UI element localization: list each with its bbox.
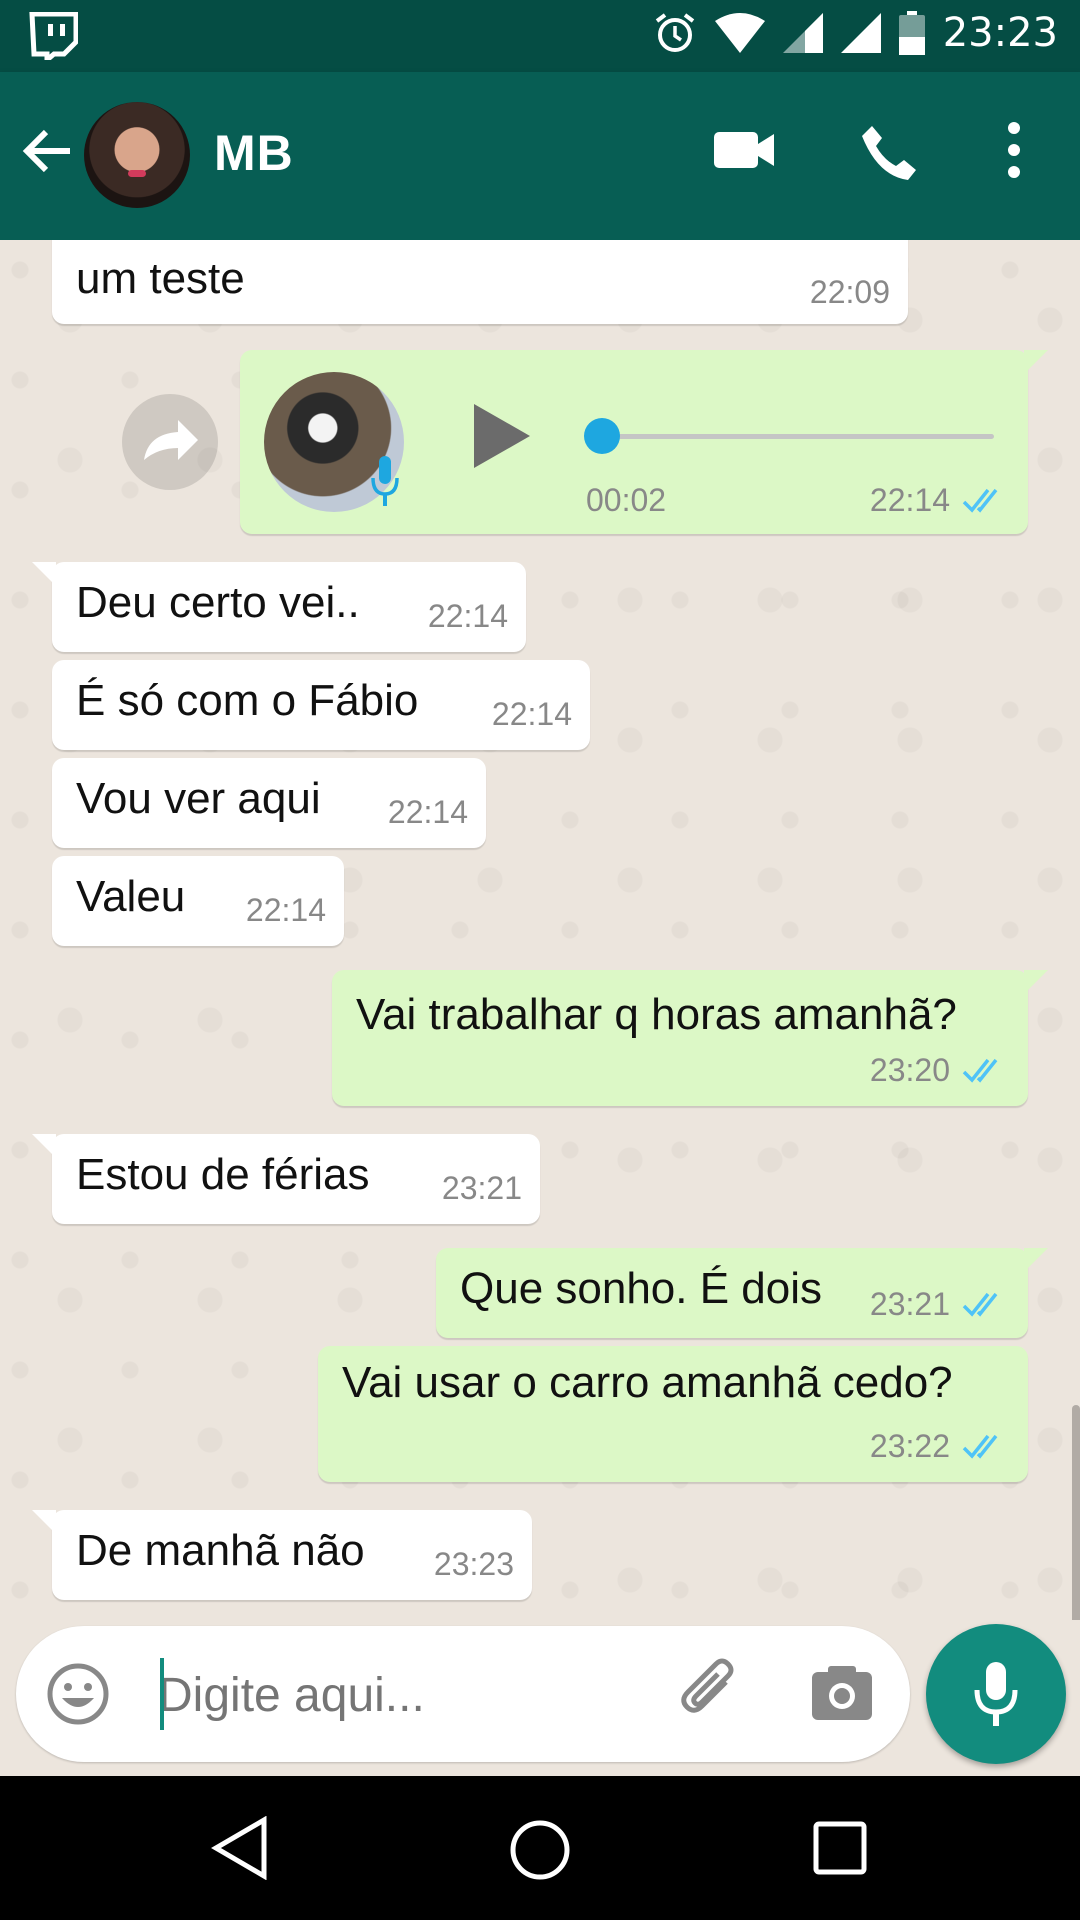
- system-nav-bar: [0, 1776, 1080, 1920]
- voice-message[interactable]: 00:02 22:14: [240, 350, 1048, 534]
- contact-name[interactable]: MB: [214, 124, 294, 182]
- voice-progress-knob[interactable]: [584, 418, 620, 454]
- message-text: Estou de férias: [76, 1150, 370, 1199]
- read-ticks-icon: [962, 1434, 998, 1459]
- read-ticks-icon: [962, 1058, 998, 1083]
- message-time: 22:14: [869, 482, 950, 518]
- message-bubble[interactable]: Que sonho. É dois 23:21: [436, 1248, 1048, 1338]
- message-time: 22:14: [491, 696, 572, 732]
- message-time: 22:14: [427, 598, 508, 634]
- record-voice-button[interactable]: [926, 1624, 1066, 1764]
- message-time: 23:23: [433, 1546, 514, 1582]
- read-ticks-icon: [962, 488, 998, 513]
- avatar[interactable]: [84, 102, 190, 208]
- alarm-icon: [655, 13, 694, 52]
- message-time: 22:14: [245, 892, 326, 928]
- nav-back-icon[interactable]: [210, 1816, 270, 1880]
- read-ticks-icon: [962, 1292, 998, 1317]
- nav-recents-icon[interactable]: [812, 1820, 868, 1876]
- message-text: É só com o Fábio: [76, 676, 419, 725]
- message-time: 23:22: [869, 1428, 950, 1464]
- message-text: Vai usar o carro amanhã cedo?: [342, 1358, 953, 1407]
- message-input[interactable]: [156, 1664, 660, 1726]
- play-icon[interactable]: [470, 402, 532, 470]
- message-bubble[interactable]: Vai trabalhar q horas amanhã? 23:20: [332, 970, 1048, 1106]
- camera-icon[interactable]: [810, 1664, 874, 1722]
- scrollbar[interactable]: [1072, 1405, 1080, 1620]
- message-bubble[interactable]: Valeu 22:14: [52, 856, 344, 946]
- message-composer: [16, 1626, 910, 1762]
- more-vert-icon[interactable]: [1004, 122, 1024, 178]
- battery-icon: [898, 11, 925, 55]
- mic-icon: [974, 1662, 1018, 1726]
- video-call-icon[interactable]: [712, 122, 776, 178]
- signal-icon: [782, 13, 823, 53]
- chat-header: MB: [0, 72, 1080, 240]
- status-bar: 23:23: [0, 0, 1080, 72]
- voice-progress-track[interactable]: [586, 434, 994, 439]
- message-bubble[interactable]: Vai usar o carro amanhã cedo? 23:22: [318, 1346, 1028, 1482]
- message-list[interactable]: um teste 22:09 00:02 22:14 Deu certo vei…: [0, 240, 1080, 1620]
- emoji-icon[interactable]: [46, 1662, 110, 1726]
- signal-icon: [840, 13, 881, 53]
- message-text: Deu certo vei..: [76, 578, 360, 627]
- nav-home-icon[interactable]: [508, 1818, 572, 1882]
- message-bubble[interactable]: De manhã não 23:23: [32, 1510, 532, 1600]
- message-bubble[interactable]: Estou de férias 23:21: [32, 1134, 540, 1224]
- back-arrow-icon[interactable]: [20, 124, 74, 178]
- status-time: 23:23: [942, 10, 1058, 56]
- message-bubble[interactable]: um teste 22:09: [52, 240, 908, 324]
- message-text: De manhã não: [76, 1526, 365, 1575]
- message-time: 22:09: [809, 274, 890, 310]
- message-time: 22:14: [387, 794, 468, 830]
- message-bubble[interactable]: Vou ver aqui 22:14: [52, 758, 486, 848]
- phone-icon[interactable]: [858, 122, 918, 182]
- forward-icon[interactable]: [122, 394, 218, 490]
- message-bubble[interactable]: É só com o Fábio 22:14: [52, 660, 590, 750]
- voice-duration: 00:02: [586, 482, 667, 518]
- message-text: Que sonho. É dois: [460, 1264, 823, 1313]
- attach-icon[interactable]: [676, 1656, 748, 1728]
- mic-icon: [371, 456, 399, 506]
- message-time: 23:21: [869, 1286, 950, 1322]
- message-text: Valeu: [76, 872, 186, 921]
- message-text: Vou ver aqui: [76, 774, 321, 823]
- wifi-icon: [714, 13, 765, 53]
- message-text: um teste: [76, 254, 245, 303]
- message-time: 23:21: [441, 1170, 522, 1206]
- message-time: 23:20: [869, 1052, 950, 1088]
- message-text: Vai trabalhar q horas amanhã?: [356, 990, 957, 1039]
- message-bubble[interactable]: Deu certo vei.. 22:14: [32, 562, 526, 652]
- text-caret: [160, 1658, 164, 1730]
- twitch-icon: [29, 12, 78, 60]
